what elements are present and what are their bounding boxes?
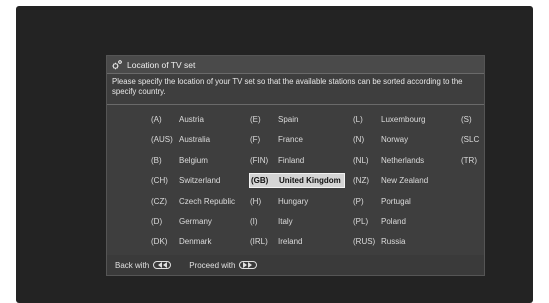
country-item[interactable]: (I) Italy: [250, 214, 346, 229]
country-name: Poland: [381, 217, 406, 226]
country-code: (GB): [251, 176, 269, 186]
country-item[interactable]: (SLC: [461, 132, 491, 147]
country-code: (NL): [353, 155, 369, 165]
country-code: (B): [151, 155, 162, 165]
country-item[interactable]: (N) Norway: [353, 132, 449, 147]
settings-gears-icon: [111, 59, 123, 71]
country-code: (I): [250, 217, 258, 226]
country-name: Norway: [381, 135, 409, 145]
country-item[interactable]: (FIN) Finland: [250, 153, 346, 168]
country-item[interactable]: (P) Portugal: [353, 194, 449, 209]
country-code: (L): [353, 115, 363, 124]
country-name: New Zealand: [381, 176, 429, 186]
country-name: United Kingdom: [279, 176, 341, 186]
country-item[interactable]: (RUS) Russia: [353, 234, 449, 249]
country-name: Denmark: [179, 237, 212, 247]
country-code: (TR): [461, 155, 477, 165]
header-divider: [107, 73, 484, 74]
country-code: (CH): [151, 176, 168, 186]
country-item[interactable]: (F) France: [250, 132, 346, 147]
country-item[interactable]: (CH) Switzerland: [151, 173, 247, 188]
country-item[interactable]: (L) Luxembourg: [353, 112, 449, 127]
country-name: Finland: [278, 155, 305, 165]
country-item[interactable]: (TR): [461, 153, 491, 168]
country-item[interactable]: (DK) Denmark: [151, 234, 247, 249]
country-name: Portugal: [381, 196, 411, 206]
country-item[interactable]: (A) Austria: [151, 112, 247, 127]
country-item[interactable]: (B) Belgium: [151, 153, 247, 168]
country-code: (FIN): [250, 155, 269, 165]
country-code: (DK): [151, 237, 168, 247]
country-grid: (A) Austria (AUS) Australia (B) Belgium (CH) Sw…: [107, 108, 486, 254]
fast-forward-button-icon[interactable]: [239, 261, 258, 269]
country-code: (H): [250, 196, 262, 206]
country-item[interactable]: (AUS) Australia: [151, 132, 247, 147]
country-code: (S): [461, 115, 472, 124]
country-code: (SLC: [461, 135, 480, 145]
back-label: Back with: [115, 260, 150, 270]
country-item[interactable]: (H) Hungary: [250, 194, 346, 209]
country-item[interactable]: (NL) Netherlands: [353, 153, 449, 168]
country-code: (A): [151, 115, 162, 124]
country-name: Austria: [179, 115, 204, 124]
country-item[interactable]: (S): [461, 112, 491, 127]
country-name: Hungary: [278, 196, 309, 206]
country-name: Switzerland: [179, 176, 221, 186]
rewind-button-icon[interactable]: [153, 261, 172, 269]
country-item[interactable]: (NZ) New Zealand: [353, 173, 449, 188]
country-name: Australia: [179, 135, 211, 145]
country-code: (NZ): [353, 176, 369, 186]
country-item[interactable]: (PL) Poland: [353, 214, 449, 229]
instructions-divider: [107, 104, 484, 105]
country-name: Italy: [278, 217, 293, 226]
country-code: (PL): [353, 217, 369, 226]
country-code: (AUS): [151, 135, 173, 145]
country-name: France: [278, 135, 303, 145]
dialog-footer: Back with Proceed with: [107, 255, 484, 275]
country-code: (D): [151, 217, 163, 226]
country-name: Czech Republic: [179, 196, 236, 206]
country-code: (F): [250, 135, 261, 145]
country-item[interactable]: (CZ) Czech Republic: [151, 194, 247, 209]
country-code: (P): [353, 196, 364, 206]
country-name: Ireland: [278, 237, 303, 247]
proceed-label: Proceed with: [189, 260, 236, 270]
country-item[interactable]: (D) Germany: [151, 214, 247, 229]
country-name: Netherlands: [381, 155, 425, 165]
dialog-title: Location of TV set: [127, 59, 196, 70]
country-code: (IRL): [250, 237, 268, 247]
country-code: (E): [250, 115, 261, 124]
country-name: Spain: [278, 115, 299, 124]
country-item[interactable]: (IRL) Ireland: [250, 234, 346, 249]
country-code: (RUS): [353, 237, 376, 247]
country-name: Luxembourg: [381, 115, 426, 124]
country-item[interactable]: (E) Spain: [250, 112, 346, 127]
country-code: (N): [353, 135, 365, 145]
country-name: Russia: [381, 237, 406, 247]
country-item[interactable]: (GB) United Kingdom: [249, 173, 345, 189]
country-name: Belgium: [179, 155, 208, 165]
country-name: Germany: [179, 217, 212, 226]
instructions-text: Please specify the location of your TV s…: [112, 77, 463, 96]
location-dialog: Location of TV set Please specify the lo…: [106, 55, 485, 276]
tv-screen: Location of TV set Please specify the lo…: [16, 6, 533, 303]
country-code: (CZ): [151, 196, 167, 206]
dialog-header: Location of TV set: [107, 56, 484, 73]
